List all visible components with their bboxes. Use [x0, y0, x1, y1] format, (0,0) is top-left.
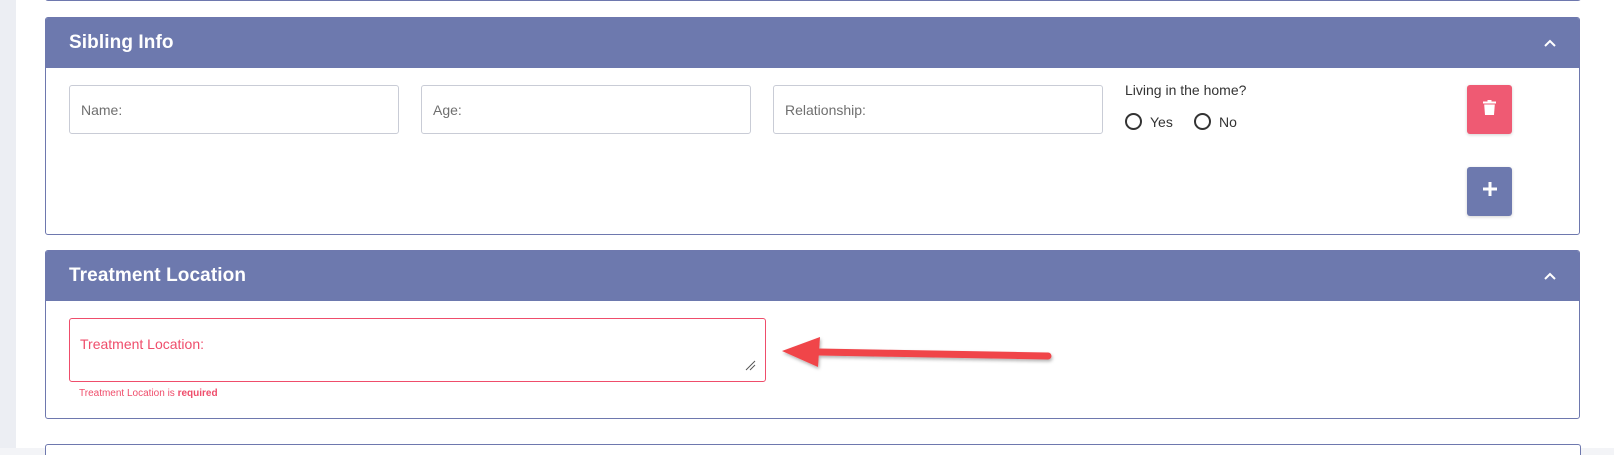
radio-yes[interactable]: Yes — [1125, 113, 1173, 130]
relationship-field[interactable]: Relationship: — [773, 85, 1103, 134]
previous-card-edge — [45, 0, 1581, 1]
treatment-location-textarea[interactable]: Treatment Location: — [69, 318, 766, 382]
resize-handle-icon[interactable] — [745, 358, 756, 371]
living-in-home-label: Living in the home? — [1125, 82, 1247, 98]
page-left-gutter — [0, 0, 16, 448]
next-card-edge — [45, 444, 1581, 455]
treatment-location-header[interactable]: Treatment Location — [46, 251, 1579, 301]
radio-yes-label: Yes — [1150, 113, 1173, 130]
age-field[interactable]: Age: — [421, 85, 751, 134]
card-title: Treatment Location — [69, 265, 247, 286]
sibling-info-card: Sibling Info Name: Age: Relationship: Li… — [45, 17, 1580, 235]
radio-yes-circle[interactable] — [1125, 113, 1142, 130]
add-sibling-button[interactable] — [1467, 167, 1512, 216]
radio-no-label: No — [1219, 113, 1237, 130]
treatment-location-error: Treatment Location is required — [79, 388, 218, 399]
red-arrow-annotation — [782, 337, 1052, 367]
error-required: required — [177, 388, 218, 399]
error-text: Treatment Location is — [79, 388, 178, 399]
radio-no[interactable]: No — [1194, 113, 1237, 130]
sibling-info-header[interactable]: Sibling Info — [46, 18, 1579, 68]
card-title: Sibling Info — [69, 32, 174, 53]
chevron-up-icon[interactable] — [1543, 271, 1557, 281]
name-placeholder: Name: — [81, 101, 123, 118]
delete-sibling-button[interactable] — [1467, 85, 1512, 134]
plus-icon — [1482, 182, 1497, 201]
trash-icon — [1483, 99, 1496, 120]
relationship-placeholder: Relationship: — [785, 101, 866, 118]
chevron-up-icon[interactable] — [1543, 38, 1557, 48]
treatment-location-label: Treatment Location: — [80, 336, 204, 352]
radio-no-circle[interactable] — [1194, 113, 1211, 130]
age-placeholder: Age: — [433, 101, 462, 118]
name-field[interactable]: Name: — [69, 85, 399, 134]
